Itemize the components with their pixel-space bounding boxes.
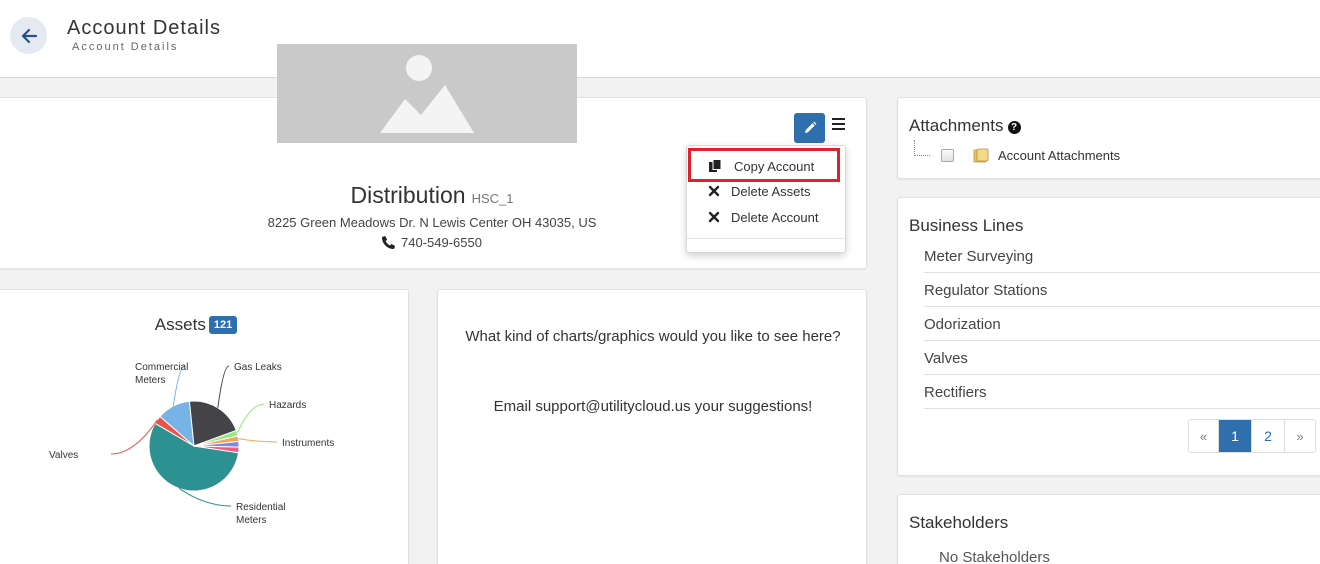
tree-item-account-attachments[interactable]: Account Attachments bbox=[998, 148, 1120, 163]
business-line-item[interactable]: Valves bbox=[924, 341, 1320, 375]
breadcrumb: Account Details bbox=[72, 41, 179, 53]
account-photo[interactable] bbox=[277, 44, 577, 143]
pie-label: Commercial bbox=[135, 362, 188, 373]
page-header: Account Details Account Details bbox=[0, 0, 1320, 78]
business-line-item[interactable]: Meter Surveying bbox=[924, 239, 1320, 273]
pie-label: Gas Leaks bbox=[234, 362, 282, 373]
menu-item-delete-assets[interactable]: Delete Assets bbox=[687, 180, 845, 204]
edit-button[interactable] bbox=[794, 113, 825, 143]
suggestions-email: Email support@utilitycloud.us your sugge… bbox=[493, 398, 813, 415]
attachments-card: Attachments? Account Attachments bbox=[897, 97, 1320, 179]
pie-connector bbox=[217, 365, 230, 408]
stakeholders-empty: No Stakeholders bbox=[939, 549, 1050, 564]
business-lines-title: Business Lines bbox=[909, 216, 1024, 235]
attachments-title-row: Attachments? bbox=[909, 116, 1021, 136]
pie-label: Meters bbox=[236, 515, 267, 526]
account-code: HSC_1 bbox=[471, 191, 514, 206]
pagination-page[interactable]: 1 bbox=[1219, 420, 1252, 452]
phone-icon bbox=[382, 236, 395, 249]
pie-label: Valves bbox=[49, 450, 78, 461]
pencil-icon bbox=[804, 121, 816, 133]
menu-item-delete-account[interactable]: Delete Account bbox=[687, 206, 845, 230]
menu-item-label: Copy Account bbox=[734, 159, 815, 174]
account-actions-menu: Copy Account Delete Assets Delete Accoun… bbox=[686, 145, 846, 253]
page-title: Account Details bbox=[67, 17, 221, 39]
pie-connector bbox=[236, 403, 265, 434]
suggestions-card: What kind of charts/graphics would you l… bbox=[437, 289, 867, 564]
pagination-page[interactable]: 2 bbox=[1252, 420, 1285, 452]
business-line-item[interactable]: Rectifiers bbox=[924, 375, 1320, 409]
tree-connector bbox=[914, 140, 930, 156]
menu-item-label: Delete Account bbox=[731, 210, 819, 225]
account-name: Distribution bbox=[350, 182, 466, 208]
stakeholders-card: Stakeholders No Stakeholders bbox=[897, 494, 1320, 564]
pie-connector bbox=[238, 438, 278, 443]
business-line-item[interactable]: Odorization bbox=[924, 307, 1320, 341]
image-placeholder-icon bbox=[380, 54, 474, 133]
phone-number: 740-549-6550 bbox=[401, 235, 482, 250]
pie-label: Residential bbox=[236, 502, 285, 513]
copy-icon bbox=[709, 159, 722, 172]
menu-divider bbox=[687, 238, 845, 239]
assets-pie-chart: Valves Commercial Meters Gas Leaks Hazards In… bbox=[49, 362, 334, 526]
stakeholders-title: Stakeholders bbox=[909, 513, 1009, 532]
attachments-title: Attachments bbox=[909, 116, 1004, 135]
close-icon bbox=[708, 185, 720, 197]
hamburger-menu-icon[interactable] bbox=[832, 118, 846, 132]
pie-connector bbox=[178, 488, 232, 507]
folder-icon bbox=[973, 148, 989, 163]
close-icon bbox=[708, 211, 720, 223]
help-icon[interactable]: ? bbox=[1007, 121, 1021, 134]
pie-label: Hazards bbox=[269, 400, 306, 411]
back-button[interactable] bbox=[10, 17, 47, 54]
assets-card: Assets 121 Valves Commercial Meters Gas Leak… bbox=[0, 289, 409, 564]
suggestions-question: What kind of charts/graphics would you l… bbox=[465, 328, 841, 345]
menu-item-copy-account[interactable]: Copy Account bbox=[688, 148, 840, 182]
business-lines-card: Business Lines Meter Surveying Regulator… bbox=[897, 197, 1320, 476]
pie-label: Meters bbox=[135, 375, 166, 386]
pagination-prev[interactable]: « bbox=[1189, 420, 1219, 452]
pie-label: Instruments bbox=[282, 438, 334, 449]
arrow-left-icon bbox=[21, 28, 37, 43]
pagination-next[interactable]: » bbox=[1285, 420, 1315, 452]
menu-item-label: Delete Assets bbox=[731, 184, 811, 199]
business-line-item[interactable]: Regulator Stations bbox=[924, 273, 1320, 307]
pagination: « 1 2 » bbox=[1188, 419, 1316, 453]
tree-checkbox[interactable] bbox=[941, 149, 954, 162]
